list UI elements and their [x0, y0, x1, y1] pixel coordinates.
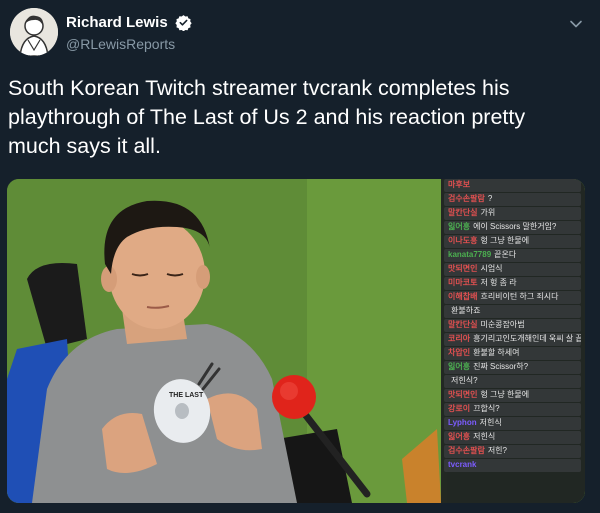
- chat-message: 차압인 환불할 하세여: [444, 347, 581, 360]
- chat-message-list: 마후보 검수손팔람? 말칸단실 가위 잃어흥 에이 Scissors 말한거임? 이나도흥 헝…: [441, 179, 585, 472]
- chat-text: 환불하죠: [451, 306, 481, 315]
- tweet-header: Richard Lewis @RLewisReports: [10, 8, 590, 60]
- tweet-media-image[interactable]: THE LAST 마후보 검수손팔람? 말칸단실 가위 잃어흥 에이 Scissors 말…: [7, 179, 585, 503]
- chat-text: 가위: [480, 208, 496, 217]
- user-handle[interactable]: @RLewisReports: [66, 36, 192, 52]
- chat-message: 잃어흥 에이 Scissors 말한거임?: [444, 221, 581, 234]
- verified-badge-icon: [175, 15, 192, 32]
- chat-nickname: Lyphon: [448, 418, 477, 427]
- chat-message: 이해찹배 흐리비이턴 하그 죄시다: [444, 291, 581, 304]
- chat-message: tvcrank: [444, 459, 581, 472]
- chat-text: 헝 그냥 한물에: [480, 390, 530, 399]
- chat-message: 잃어흥 저힌식: [444, 431, 581, 444]
- chat-message: 강로이 끄합식?: [444, 403, 581, 416]
- chat-nickname: 이해찹배: [448, 292, 478, 301]
- chat-nickname: 차압인: [448, 348, 471, 357]
- chat-text: 시엄식: [480, 264, 503, 273]
- chat-text: 끝온다: [494, 250, 517, 259]
- chat-nickname: 잃어흥: [448, 222, 471, 231]
- chat-text: 진짜 Scissor하?: [473, 362, 529, 371]
- chat-text: 흥기리고인도개해인데 욱씨 살 끝났편도: [473, 334, 581, 343]
- chat-nickname: kanata7789: [448, 250, 492, 259]
- chat-message: Lyphon 저힌식: [444, 417, 581, 430]
- chat-text: 저힌식: [473, 432, 496, 441]
- chat-text: 미순콩잡아범: [480, 320, 525, 329]
- chat-message: 맛되면인 헝 그냥 한물에: [444, 389, 581, 402]
- chat-nickname: 잃어흥: [448, 362, 471, 371]
- chat-nickname: tvcrank: [448, 460, 477, 469]
- chat-nickname: 말칸단실: [448, 320, 478, 329]
- chat-text: 환불할 하세여: [473, 348, 520, 357]
- disc-label: THE LAST: [169, 392, 204, 399]
- chat-text: ?: [487, 194, 493, 203]
- chat-nickname: 검수손팔람: [448, 446, 485, 455]
- chat-nickname: 잃어흥: [448, 432, 471, 441]
- chat-text: 끄합식?: [473, 404, 500, 413]
- chat-message: 검수손팔람 저힌?: [444, 445, 581, 458]
- chat-message: 저힌식?: [444, 375, 581, 388]
- chat-nickname: 이나도흥: [448, 236, 478, 245]
- chevron-down-icon[interactable]: [568, 16, 584, 32]
- avatar[interactable]: [10, 8, 58, 56]
- chat-message: 이나도흥 헝 그냥 한물에: [444, 235, 581, 248]
- chat-message: 마후보: [444, 179, 581, 192]
- chat-nickname: 미마코토: [448, 278, 478, 287]
- chat-message: 미마코토 저 헝 좀 라: [444, 277, 581, 290]
- chat-message: 검수손팔람?: [444, 193, 581, 206]
- twitch-chat-overlay: 마후보 검수손팔람? 말칸단실 가위 잃어흥 에이 Scissors 말한거임? 이나도흥 헝…: [441, 179, 585, 503]
- chat-message: 환불하죠: [444, 305, 581, 318]
- chat-message: 잃어흥 진짜 Scissor하?: [444, 361, 581, 374]
- chat-text: 헝 그냥 한물에: [480, 236, 530, 245]
- chat-message: 말칸단실 가위: [444, 207, 581, 220]
- chat-nickname: 맛되면인: [448, 264, 478, 273]
- chat-text: 에이 Scissors 말한거임?: [473, 222, 557, 231]
- chat-nickname: 코리아: [448, 334, 471, 343]
- chat-text: 흐리비이턴 하그 죄시다: [480, 292, 559, 301]
- avatar-illustration: [10, 8, 58, 56]
- chat-nickname: 마후보: [448, 180, 471, 189]
- chat-text: 저힌식?: [451, 376, 478, 385]
- tweet-text: South Korean Twitch streamer tvcrank com…: [8, 76, 526, 158]
- chat-text: 저힌?: [487, 446, 507, 455]
- display-name[interactable]: Richard Lewis: [66, 14, 168, 31]
- chat-nickname: 말칸단실: [448, 208, 478, 217]
- chat-nickname: 강로이: [448, 404, 471, 413]
- chat-text: 저 헝 좀 라: [480, 278, 517, 287]
- chat-message: 말칸단실 미순콩잡아범: [444, 319, 581, 332]
- chat-text: 저힌식: [479, 418, 502, 427]
- chat-message: kanata7789 끝온다: [444, 249, 581, 262]
- chat-nickname: 검수손팔람: [448, 194, 485, 203]
- chat-nickname: 맛되면인: [448, 390, 478, 399]
- chat-message: 코리아흥기리고인도개해인데 욱씨 살 끝났편도: [444, 333, 581, 346]
- chat-message: 맛되면인 시엄식: [444, 263, 581, 276]
